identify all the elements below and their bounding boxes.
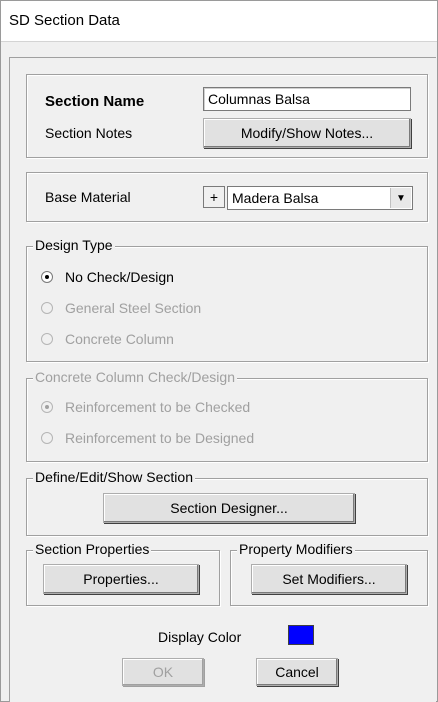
- property-modifiers-legend: Property Modifiers: [237, 541, 355, 557]
- base-material-label: Base Material: [45, 189, 131, 205]
- radio-selected-icon: [41, 271, 53, 283]
- properties-button[interactable]: Properties...: [43, 564, 199, 594]
- set-modifiers-button[interactable]: Set Modifiers...: [251, 564, 407, 594]
- define-edit-show-group: Define/Edit/Show Section Section Designe…: [26, 469, 428, 536]
- section-properties-group: Section Properties Properties...: [26, 541, 220, 606]
- radio-unselected-icon: [41, 432, 53, 444]
- concrete-column-check-group: Concrete Column Check/Design Reinforceme…: [26, 369, 428, 462]
- section-designer-button[interactable]: Section Designer...: [103, 493, 355, 523]
- radio-label: General Steel Section: [65, 300, 202, 316]
- radio-selected-icon: [41, 401, 53, 413]
- modify-show-notes-button[interactable]: Modify/Show Notes...: [203, 118, 411, 148]
- radio-unselected-icon: [41, 333, 53, 345]
- radio-reinforcement-designed[interactable]: Reinforcement to be Designed: [41, 430, 254, 446]
- radio-concrete-column[interactable]: Concrete Column: [41, 331, 174, 347]
- section-properties-legend: Section Properties: [33, 541, 152, 557]
- window-title: SD Section Data: [9, 12, 120, 29]
- base-material-value: Madera Balsa: [232, 190, 319, 206]
- chevron-down-icon[interactable]: ▼: [390, 188, 411, 208]
- radio-unselected-icon: [41, 302, 53, 314]
- radio-label: No Check/Design: [65, 269, 174, 285]
- display-color-swatch[interactable]: [288, 625, 314, 645]
- radio-label: Reinforcement to be Checked: [65, 399, 251, 415]
- section-name-input[interactable]: Columnas Balsa: [203, 87, 411, 111]
- section-data-dialog: SD Section Data Section Name Columnas Ba…: [0, 0, 438, 702]
- section-notes-label: Section Notes: [45, 125, 133, 141]
- cancel-button[interactable]: Cancel: [256, 658, 338, 686]
- dialog-body: Section Name Columnas Balsa Section Note…: [9, 57, 436, 702]
- display-color-label: Display Color: [158, 629, 242, 645]
- section-name-label: Section Name: [45, 93, 145, 110]
- concrete-column-check-legend: Concrete Column Check/Design: [33, 369, 237, 385]
- section-name-box: Section Name Columnas Balsa Section Note…: [26, 74, 428, 158]
- design-type-group: Design Type No Check/Design General Stee…: [26, 237, 428, 362]
- property-modifiers-group: Property Modifiers Set Modifiers...: [230, 541, 428, 606]
- radio-label: Reinforcement to be Designed: [65, 430, 255, 446]
- add-material-button[interactable]: +: [203, 186, 225, 208]
- radio-reinforcement-checked[interactable]: Reinforcement to be Checked: [41, 399, 250, 415]
- ok-button[interactable]: OK: [122, 658, 204, 686]
- base-material-box: Base Material + Madera Balsa ▼: [26, 172, 428, 222]
- title-bar: SD Section Data: [1, 1, 437, 42]
- design-type-legend: Design Type: [33, 237, 115, 253]
- define-edit-show-legend: Define/Edit/Show Section: [33, 469, 195, 485]
- base-material-select[interactable]: Madera Balsa ▼: [227, 186, 413, 210]
- radio-no-check-design[interactable]: No Check/Design: [41, 269, 174, 285]
- radio-general-steel-section[interactable]: General Steel Section: [41, 300, 201, 316]
- radio-label: Concrete Column: [65, 331, 174, 347]
